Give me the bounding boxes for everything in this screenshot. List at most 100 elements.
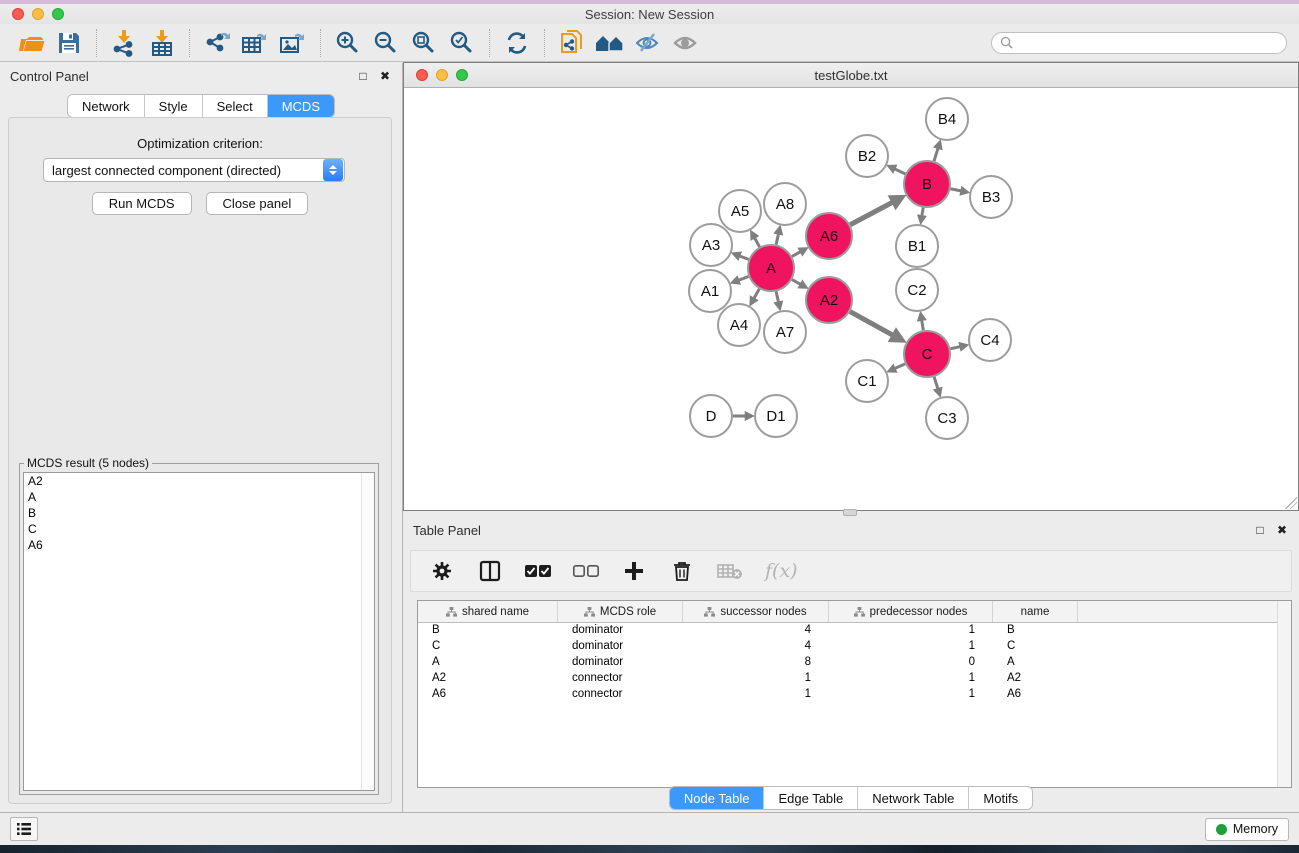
import-network-icon[interactable] — [105, 27, 143, 59]
mcds-result-item[interactable]: C — [24, 521, 374, 537]
node-D[interactable]: D — [690, 395, 732, 437]
table-cell[interactable]: dominator — [558, 639, 683, 655]
node-A6[interactable]: A6 — [806, 213, 852, 259]
table-cell[interactable]: A2 — [418, 671, 558, 687]
tab-mcds[interactable]: MCDS — [268, 95, 334, 117]
splitter-grip[interactable] — [843, 509, 857, 516]
edge-A2-C[interactable] — [850, 312, 893, 336]
edge-C-C1[interactable] — [895, 364, 905, 369]
delete-column-icon[interactable] — [669, 558, 695, 584]
edge-B-B3[interactable] — [951, 189, 962, 191]
edge-C-C4[interactable] — [950, 347, 960, 349]
table-cell[interactable]: C — [993, 639, 1078, 655]
table-cell[interactable]: 1 — [683, 671, 829, 687]
column-header-name[interactable]: name — [993, 601, 1078, 622]
optimization-criterion-select[interactable]: largest connected component (directed) — [43, 158, 345, 182]
column-header-MCDS-role[interactable]: MCDS role — [558, 601, 683, 622]
edge-A-A8[interactable] — [776, 234, 778, 245]
edge-B-B2[interactable] — [894, 169, 905, 174]
node-B2[interactable]: B2 — [846, 135, 888, 177]
tab-edge-table[interactable]: Edge Table — [764, 787, 858, 809]
search-input[interactable] — [1017, 36, 1278, 50]
tab-style[interactable]: Style — [145, 95, 203, 117]
table-cell[interactable]: A — [993, 655, 1078, 671]
table-cell[interactable]: B — [418, 623, 558, 639]
table-cell[interactable]: A6 — [418, 687, 558, 703]
function-builder-icon[interactable]: f(x) — [765, 560, 798, 582]
tab-motifs[interactable]: Motifs — [969, 787, 1032, 809]
mcds-result-list[interactable]: A2ABCA6 — [23, 472, 375, 791]
node-D1[interactable]: D1 — [755, 395, 797, 437]
float-panel-icon[interactable]: □ — [356, 69, 370, 83]
table-cell[interactable]: 1 — [829, 687, 993, 703]
node-B4[interactable]: B4 — [926, 98, 968, 140]
column-header-successor-nodes[interactable]: successor nodes — [683, 601, 829, 622]
edge-C-C2[interactable] — [922, 320, 924, 330]
column-header-predecessor-nodes[interactable]: predecessor nodes — [829, 601, 993, 622]
table-cell[interactable]: connector — [558, 687, 683, 703]
close-panel-icon[interactable]: ✖ — [378, 69, 392, 83]
table-cell[interactable]: B — [993, 623, 1078, 639]
table-cell[interactable]: connector — [558, 671, 683, 687]
tab-select[interactable]: Select — [203, 95, 268, 117]
node-C1[interactable]: C1 — [846, 360, 888, 402]
edge-A6-B[interactable] — [850, 202, 893, 225]
result-scrollbar[interactable] — [361, 473, 374, 790]
table-cell[interactable]: 1 — [829, 671, 993, 687]
table-cell[interactable]: dominator — [558, 655, 683, 671]
select-all-columns-icon[interactable] — [525, 558, 551, 584]
mcds-result-item[interactable]: A6 — [24, 537, 374, 553]
node-B1[interactable]: B1 — [896, 225, 938, 267]
edge-A-A1[interactable] — [738, 276, 748, 280]
table-settings-gear-icon[interactable] — [429, 558, 455, 584]
first-neighbors-icon[interactable] — [591, 27, 629, 59]
edge-B-B1[interactable] — [922, 208, 923, 216]
network-canvas[interactable]: B4B2BB3A5A8A6B1A3AA1C2A2A4A7CC4C1C3DD1 — [404, 88, 1298, 510]
node-B[interactable]: B — [904, 161, 950, 207]
new-network-from-selection-icon[interactable] — [553, 27, 591, 59]
table-cell[interactable]: C — [418, 639, 558, 655]
refresh-icon[interactable] — [498, 27, 536, 59]
run-mcds-button[interactable]: Run MCDS — [92, 192, 192, 215]
export-image-icon[interactable] — [274, 27, 312, 59]
node-A[interactable]: A — [748, 245, 794, 291]
create-column-icon[interactable] — [621, 558, 647, 584]
tab-network-table[interactable]: Network Table — [858, 787, 969, 809]
node-A4[interactable]: A4 — [718, 304, 760, 346]
mcds-result-item[interactable]: A — [24, 489, 374, 505]
zoom-selected-icon[interactable] — [443, 27, 481, 59]
edge-A-A2[interactable] — [792, 280, 801, 285]
edge-A-A4[interactable] — [754, 289, 759, 299]
show-column-panel-icon[interactable] — [477, 558, 503, 584]
export-table-icon[interactable] — [236, 27, 274, 59]
memory-button[interactable]: Memory — [1205, 818, 1289, 841]
node-C4[interactable]: C4 — [969, 319, 1011, 361]
table-cell[interactable]: 4 — [683, 623, 829, 639]
node-A7[interactable]: A7 — [764, 311, 806, 353]
table-cell[interactable]: A2 — [993, 671, 1078, 687]
table-cell[interactable]: 4 — [683, 639, 829, 655]
close-table-panel-icon[interactable]: ✖ — [1275, 523, 1289, 537]
save-session-icon[interactable] — [50, 27, 88, 59]
node-C[interactable]: C — [904, 331, 950, 377]
close-panel-button[interactable]: Close panel — [206, 192, 309, 215]
table-row[interactable]: A2connector11A2 — [418, 671, 1291, 687]
zoom-out-icon[interactable] — [367, 27, 405, 59]
node-C3[interactable]: C3 — [926, 397, 968, 439]
delete-table-icon[interactable] — [717, 558, 743, 584]
search-field[interactable] — [991, 32, 1287, 54]
open-file-icon[interactable] — [12, 27, 50, 59]
edge-A-A7[interactable] — [776, 291, 778, 302]
export-network-icon[interactable] — [198, 27, 236, 59]
tab-node-table[interactable]: Node Table — [670, 787, 765, 809]
table-cell[interactable]: 1 — [683, 687, 829, 703]
edge-A-A3[interactable] — [739, 256, 748, 260]
node-A3[interactable]: A3 — [690, 224, 732, 266]
table-cell[interactable]: 0 — [829, 655, 993, 671]
mcds-result-item[interactable]: A2 — [24, 473, 374, 489]
edge-A-A6[interactable] — [792, 252, 801, 257]
table-cell[interactable]: dominator — [558, 623, 683, 639]
hide-selected-icon[interactable] — [629, 27, 667, 59]
window-resize-handle[interactable] — [1285, 497, 1297, 509]
node-C2[interactable]: C2 — [896, 269, 938, 311]
